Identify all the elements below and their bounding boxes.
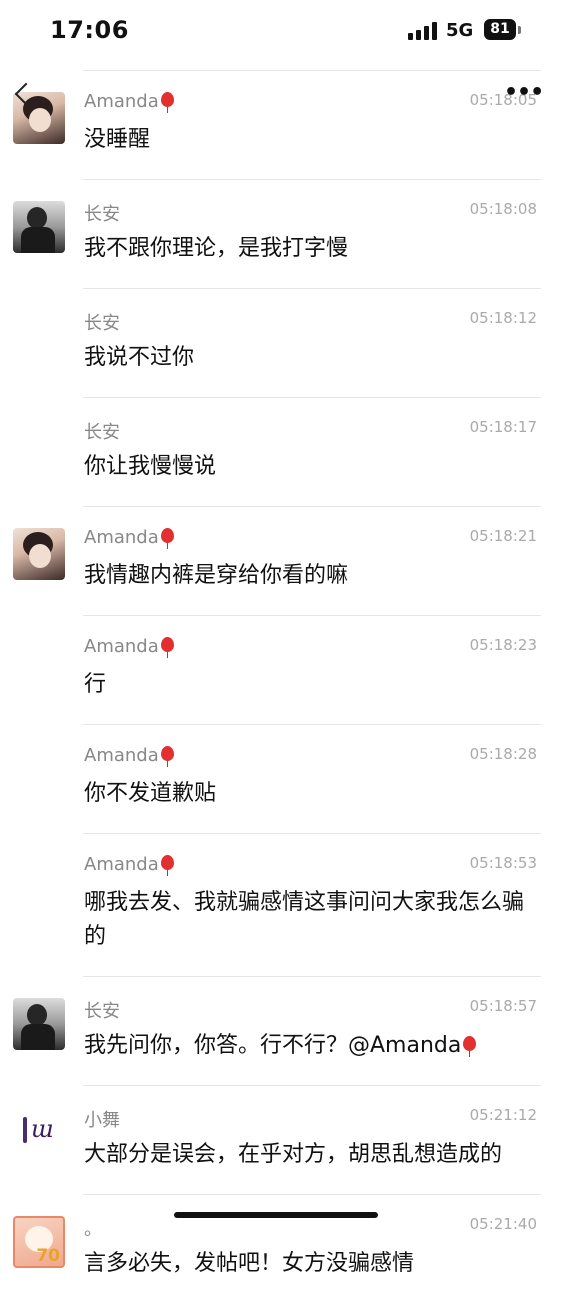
network-type: 5G	[446, 20, 474, 41]
message-list: Amanda 05:18:05 没睡醒 长安 05:18:08 我不跟你理论，是我打字慢长…	[0, 70, 561, 1303]
message-text: 你让我慢慢说	[84, 397, 531, 506]
status-time: 17:06	[50, 16, 129, 44]
message-item[interactable]: 长安 05:18:57 我先问你，你答。行不行？@Amanda	[0, 976, 561, 1085]
avatar[interactable]: ɯ	[13, 1107, 65, 1159]
avatar[interactable]	[13, 201, 65, 253]
message-text-content: 我先问你，你答。行不行？@Amanda	[84, 1033, 462, 1058]
avatar-badge: 70	[36, 1246, 60, 1266]
message-item[interactable]: ɯ 小舞 05:21:12 大部分是误会，在乎对方，胡思乱想造成的	[0, 1085, 561, 1194]
message-text-content: 我情趣内裤是穿给你看的嘛	[84, 563, 349, 588]
message-item[interactable]: 长安 05:18:12 我说不过你	[0, 288, 561, 397]
message-text-content: 言多必失，发帖吧！女方没骗感情	[84, 1251, 415, 1276]
message-text: 哪我去发、我就骗感情这事问问大家我怎么骗的	[84, 833, 531, 976]
message-item[interactable]: Amanda 05:18:53 哪我去发、我就骗感情这事问问大家我怎么骗的	[0, 833, 561, 976]
signal-icon	[408, 22, 438, 40]
more-dots-icon[interactable]: •••	[504, 82, 544, 104]
message-item[interactable]: Amanda 05:18:28 你不发道歉贴	[0, 724, 561, 833]
balloon-icon	[463, 1035, 477, 1057]
avatar[interactable]	[13, 528, 65, 580]
message-item[interactable]: 长安 05:18:17 你让我慢慢说	[0, 397, 561, 506]
message-text: 我不跟你理论，是我打字慢	[84, 179, 531, 288]
message-text: 大部分是误会，在乎对方，胡思乱想造成的	[84, 1085, 531, 1194]
message-text-content: 没睡醒	[84, 127, 151, 152]
home-indicator[interactable]	[174, 1212, 378, 1218]
avatar-art: ɯ	[31, 1115, 54, 1143]
message-item[interactable]: Amanda 05:18:23 行	[0, 615, 561, 724]
battery-icon: 81	[484, 19, 516, 40]
message-item[interactable]: 长安 05:18:08 我不跟你理论，是我打字慢	[0, 179, 561, 288]
message-item[interactable]: Amanda 05:18:05 没睡醒	[0, 70, 561, 179]
back-chevron-icon[interactable]	[10, 80, 36, 110]
message-item[interactable]: Amanda 05:18:21 我情趣内裤是穿给你看的嘛	[0, 506, 561, 615]
avatar[interactable]	[13, 998, 65, 1050]
message-text-content: 我不跟你理论，是我打字慢	[84, 236, 349, 261]
message-text: 我情趣内裤是穿给你看的嘛	[84, 506, 531, 615]
message-text-content: 你不发道歉贴	[84, 781, 217, 806]
message-text-content: 行	[84, 672, 107, 697]
message-text-content: 你让我慢慢说	[84, 454, 217, 479]
avatar-art	[23, 1117, 27, 1143]
message-text: 我先问你，你答。行不行？@Amanda	[84, 976, 531, 1085]
message-text-content: 哪我去发、我就骗感情这事问问大家我怎么骗的	[84, 890, 525, 949]
status-bar: 17:06 5G 81	[0, 0, 561, 62]
battery-cap	[518, 26, 521, 34]
message-text: 你不发道歉贴	[84, 724, 531, 833]
avatar[interactable]: 70	[13, 1216, 65, 1268]
message-text: 我说不过你	[84, 288, 531, 397]
message-text-content: 大部分是误会，在乎对方，胡思乱想造成的	[84, 1142, 503, 1167]
message-text: 没睡醒	[84, 70, 531, 179]
battery-level: 81	[490, 21, 510, 37]
message-text: 行	[84, 615, 531, 724]
message-item[interactable]: 70。 05:21:40 言多必失，发帖吧！女方没骗感情	[0, 1194, 561, 1303]
message-text: 言多必失，发帖吧！女方没骗感情	[84, 1194, 531, 1303]
message-text-content: 我说不过你	[84, 345, 195, 370]
